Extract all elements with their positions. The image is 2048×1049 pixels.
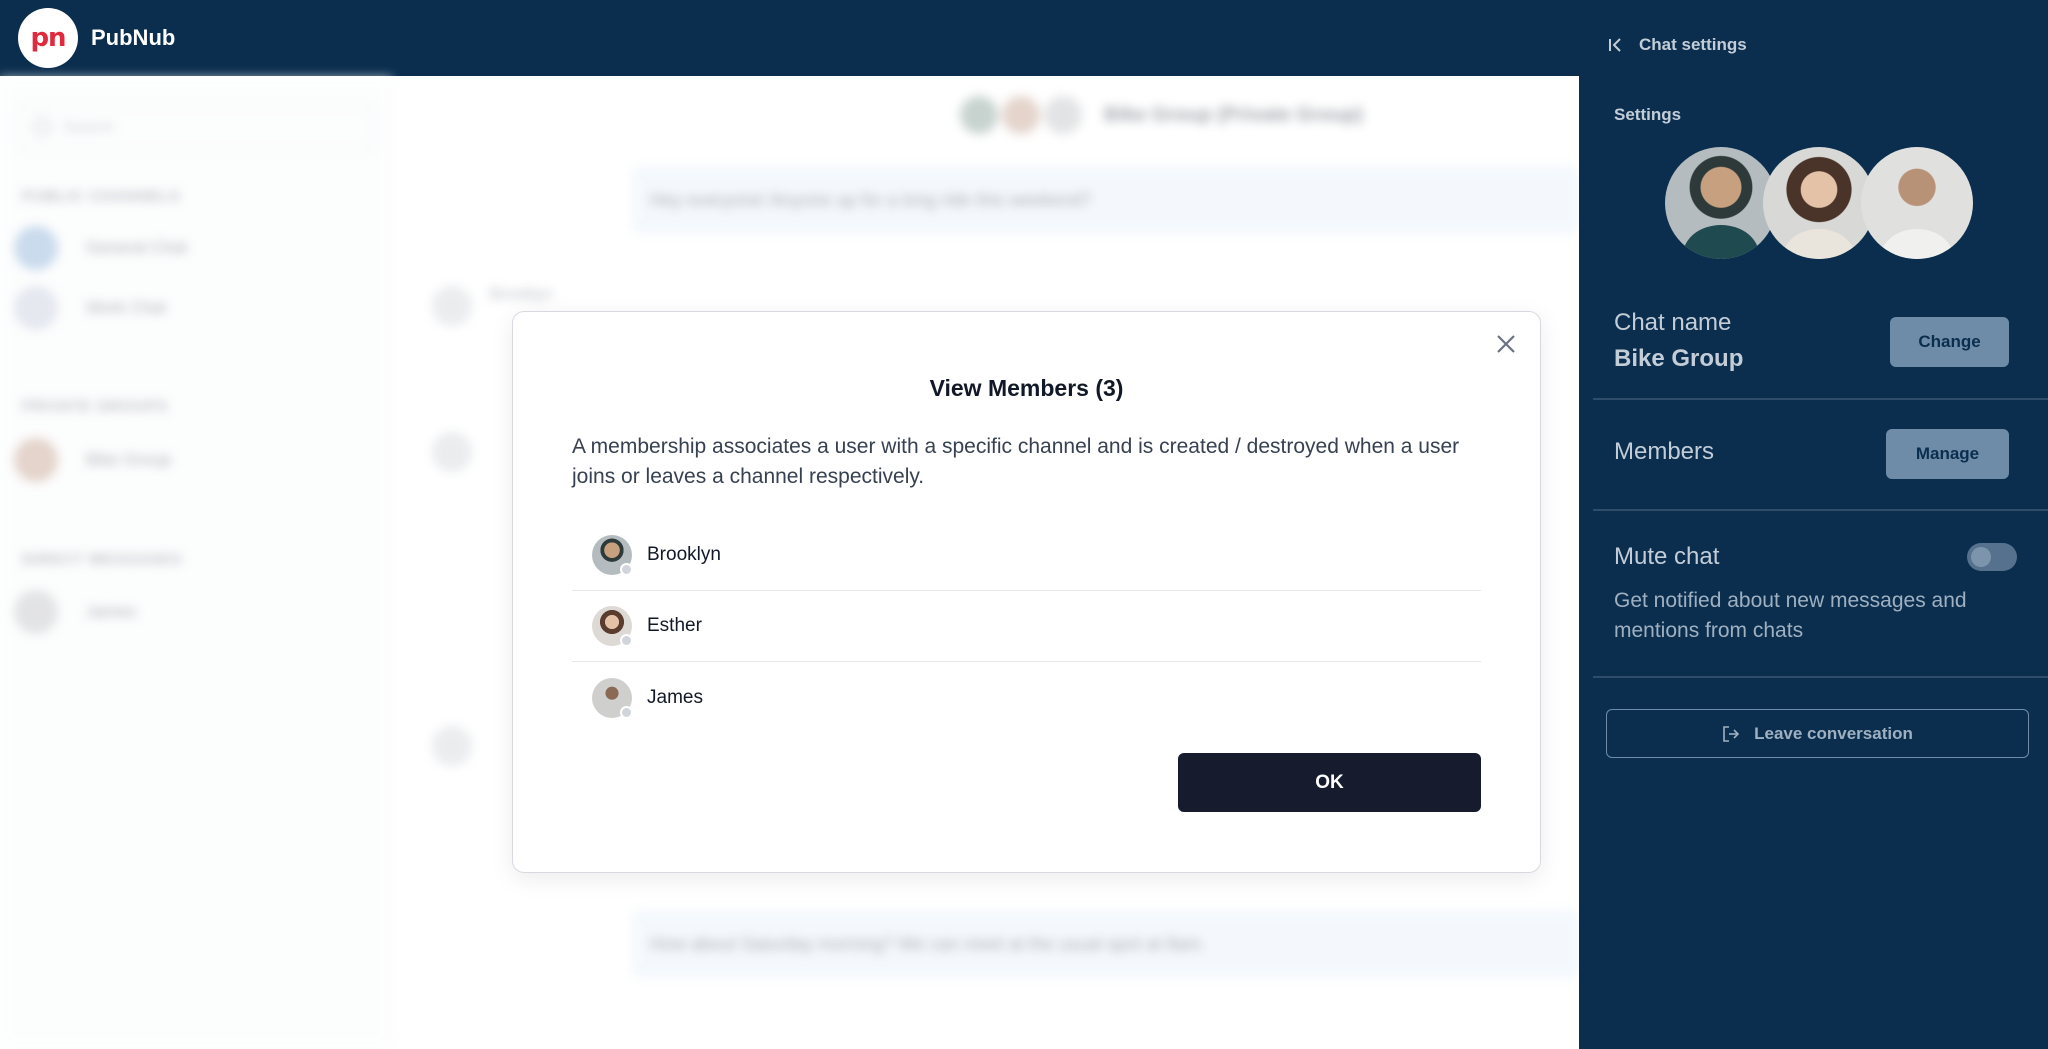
avatar-brooklyn <box>1665 147 1777 259</box>
settings-heading: Settings <box>1614 105 1682 124</box>
close-icon <box>1497 335 1515 353</box>
members-avatar-stack <box>1665 147 1975 259</box>
chat-settings-panel: Chat settings Settings Chat name Bike Gr… <box>1579 0 2048 1049</box>
member-row-james[interactable]: James <box>572 662 1481 733</box>
ok-button[interactable]: OK <box>1178 753 1481 812</box>
brand-name: PubNub <box>91 25 176 50</box>
member-row-brooklyn[interactable]: Brooklyn <box>572 520 1481 591</box>
leave-conversation-button[interactable]: Leave conversation <box>1606 709 2029 758</box>
status-indicator <box>620 563 633 576</box>
close-button[interactable] <box>1492 330 1520 358</box>
pubnub-logo: pn <box>18 8 78 68</box>
logout-icon <box>1723 725 1740 742</box>
manage-button[interactable]: Manage <box>1886 429 2009 479</box>
toggle-knob <box>1971 547 1991 567</box>
mute-chat-label: Mute chat <box>1614 543 1720 570</box>
change-button[interactable]: Change <box>1890 317 2009 367</box>
mute-toggle[interactable] <box>1967 543 2017 571</box>
avatar-james <box>1861 147 1973 259</box>
top-bar: pn PubNub <box>0 0 1579 76</box>
avatar <box>592 677 633 719</box>
divider <box>1593 509 2048 511</box>
divider <box>1593 398 2048 400</box>
members-label: Members <box>1614 438 1715 465</box>
status-indicator <box>620 705 633 719</box>
member-row-esther[interactable]: Esther <box>572 591 1481 662</box>
member-name: James <box>647 686 703 708</box>
members-list: Brooklyn Esther James <box>572 520 1481 733</box>
chat-name-label: Chat name <box>1614 309 1732 336</box>
status-indicator <box>620 634 633 647</box>
avatar <box>592 535 633 576</box>
modal-description: A membership associates a user with a sp… <box>572 435 1460 488</box>
divider <box>1593 676 2048 678</box>
member-name: Esther <box>647 615 702 636</box>
modal-title: View Members (3) <box>929 375 1124 401</box>
chat-name-value: Bike Group <box>1614 345 1744 372</box>
avatar-esther <box>1763 147 1875 259</box>
collapse-icon[interactable] <box>1607 36 1625 54</box>
avatar <box>592 606 633 647</box>
mute-description: Get notified about new messages and ment… <box>1614 589 1967 642</box>
view-members-modal: View Members (3) A membership associates… <box>512 311 1541 873</box>
panel-header[interactable]: Chat settings <box>1607 35 1747 55</box>
member-name: Brooklyn <box>647 544 721 565</box>
